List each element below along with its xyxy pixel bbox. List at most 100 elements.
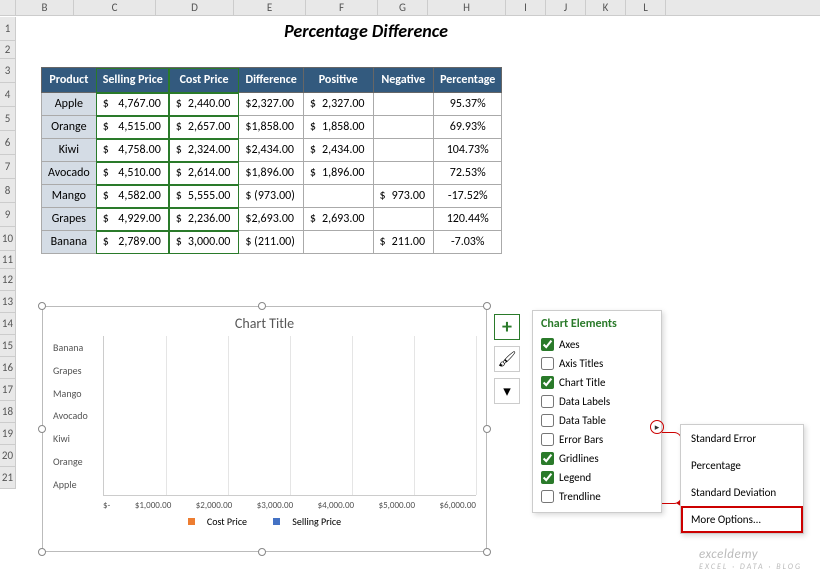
row-header-15[interactable]: 15 <box>0 335 16 357</box>
row-header-1[interactable]: 1 <box>0 17 16 41</box>
submenu-standard-error[interactable]: Standard Error <box>681 425 803 452</box>
cell[interactable]: Grapes <box>42 208 97 231</box>
resize-handle[interactable] <box>483 548 491 556</box>
cell[interactable]: $1,896.00 <box>239 162 304 185</box>
header-percentage[interactable]: Percentage <box>434 68 502 93</box>
cell[interactable] <box>373 162 434 185</box>
cell[interactable]: Avocado <box>42 162 97 185</box>
row-header-19[interactable]: 19 <box>0 423 16 445</box>
submenu-percentage[interactable]: Percentage <box>681 452 803 479</box>
cell[interactable]: $ (973.00) <box>239 185 304 208</box>
checkbox[interactable] <box>541 414 554 427</box>
checkbox[interactable] <box>541 357 554 370</box>
checkbox[interactable] <box>541 338 554 351</box>
row-header-14[interactable]: 14 <box>0 313 16 335</box>
cell[interactable]: $4,767.00 <box>96 93 169 116</box>
cell[interactable]: 104.73% <box>434 139 502 162</box>
cell[interactable] <box>373 139 434 162</box>
resize-handle[interactable] <box>38 425 46 433</box>
chart-element-chart-title[interactable]: Chart Title <box>533 373 661 392</box>
resize-handle[interactable] <box>258 548 266 556</box>
chart-element-legend[interactable]: Legend <box>533 468 661 487</box>
col-header-F[interactable]: F <box>306 0 378 15</box>
col-header-B[interactable]: B <box>16 0 74 15</box>
col-header-D[interactable]: D <box>156 0 234 15</box>
cell[interactable]: 72.53% <box>434 162 502 185</box>
cell[interactable]: 120.44% <box>434 208 502 231</box>
cell[interactable]: $1,896.00 <box>303 162 373 185</box>
cell[interactable]: -7.03% <box>434 231 502 254</box>
row-header-8[interactable]: 8 <box>0 179 16 203</box>
cell[interactable]: -17.52% <box>434 185 502 208</box>
row-header-4[interactable]: 4 <box>0 83 16 107</box>
resize-handle[interactable] <box>38 548 46 556</box>
row-header-10[interactable]: 10 <box>0 227 16 251</box>
header-negative[interactable]: Negative <box>373 68 434 93</box>
resize-handle[interactable] <box>258 302 266 310</box>
cell[interactable]: $2,434.00 <box>239 139 304 162</box>
row-header-21[interactable]: 21 <box>0 467 16 489</box>
cell[interactable]: $2,236.00 <box>169 208 239 231</box>
cell[interactable]: Banana <box>42 231 97 254</box>
chart-title[interactable]: Chart Title <box>43 307 486 336</box>
checkbox[interactable] <box>541 471 554 484</box>
cell[interactable]: $973.00 <box>373 185 434 208</box>
cell[interactable]: $2,324.00 <box>169 139 239 162</box>
chart[interactable]: Chart Title BananaGrapesMangoAvocadoKiwi… <box>42 306 487 552</box>
cell[interactable]: $2,614.00 <box>169 162 239 185</box>
chart-element-axis-titles[interactable]: Axis Titles <box>533 354 661 373</box>
cell[interactable]: $2,327.00 <box>303 93 373 116</box>
cell[interactable]: $211.00 <box>373 231 434 254</box>
row-header-5[interactable]: 5 <box>0 107 16 131</box>
cell[interactable]: $2,789.00 <box>96 231 169 254</box>
cell[interactable]: $ (211.00) <box>239 231 304 254</box>
chart-element-axes[interactable]: Axes <box>533 335 661 354</box>
col-header-H[interactable]: H <box>428 0 506 15</box>
row-header-3[interactable]: 3 <box>0 59 16 83</box>
row-header-2[interactable]: 2 <box>0 41 16 59</box>
chart-element-error-bars[interactable]: Error Bars <box>533 430 661 449</box>
col-header-C[interactable]: C <box>74 0 156 15</box>
col-header-I[interactable]: I <box>506 0 546 15</box>
cell[interactable] <box>303 185 373 208</box>
cell[interactable]: Mango <box>42 185 97 208</box>
row-header-6[interactable]: 6 <box>0 131 16 155</box>
cell[interactable]: Orange <box>42 116 97 139</box>
cell[interactable]: $4,758.00 <box>96 139 169 162</box>
cell[interactable]: $2,440.00 <box>169 93 239 116</box>
chart-element-data-labels[interactable]: Data Labels <box>533 392 661 411</box>
chart-styles-button[interactable]: 🖌 <box>494 346 520 372</box>
resize-handle[interactable] <box>38 302 46 310</box>
col-header-E[interactable]: E <box>234 0 306 15</box>
cell[interactable]: 95.37% <box>434 93 502 116</box>
cell[interactable]: $2,693.00 <box>303 208 373 231</box>
cell[interactable]: $4,582.00 <box>96 185 169 208</box>
cell[interactable] <box>373 116 434 139</box>
row-header-13[interactable]: 13 <box>0 291 16 313</box>
cell[interactable]: $1,858.00 <box>303 116 373 139</box>
resize-handle[interactable] <box>483 302 491 310</box>
header-product[interactable]: Product <box>42 68 97 93</box>
row-header-17[interactable]: 17 <box>0 379 16 401</box>
resize-handle[interactable] <box>483 425 491 433</box>
cell[interactable]: $2,327.00 <box>239 93 304 116</box>
cell[interactable]: $2,434.00 <box>303 139 373 162</box>
header-cost-price[interactable]: Cost Price <box>169 68 239 93</box>
header-positive[interactable]: Positive <box>303 68 373 93</box>
col-header-K[interactable]: K <box>586 0 626 15</box>
cell[interactable]: $4,515.00 <box>96 116 169 139</box>
checkbox[interactable] <box>541 376 554 389</box>
col-header-J[interactable]: J <box>546 0 586 15</box>
checkbox[interactable] <box>541 433 554 446</box>
cell[interactable]: 69.93% <box>434 116 502 139</box>
cell[interactable]: $1,858.00 <box>239 116 304 139</box>
row-header-7[interactable]: 7 <box>0 155 16 179</box>
cell[interactable] <box>303 231 373 254</box>
row-header-16[interactable]: 16 <box>0 357 16 379</box>
cell[interactable]: Kiwi <box>42 139 97 162</box>
chart-elements-button[interactable]: + <box>494 314 520 340</box>
submenu-standard-deviation[interactable]: Standard Deviation <box>681 479 803 506</box>
row-header-9[interactable]: 9 <box>0 203 16 227</box>
header-difference[interactable]: Difference <box>239 68 304 93</box>
cell[interactable]: $3,000.00 <box>169 231 239 254</box>
